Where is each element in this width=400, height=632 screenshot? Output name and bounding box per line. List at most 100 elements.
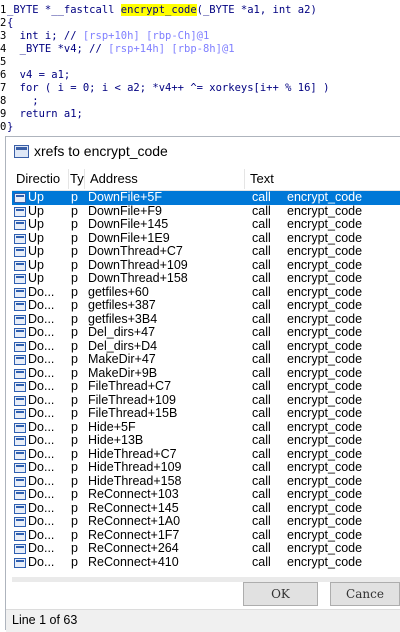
xref-operand: encrypt_code xyxy=(287,191,363,204)
code-text: return a1; xyxy=(7,108,83,120)
code-text: _BYTE *v4; // xyxy=(7,43,109,55)
xref-row[interactable]: Do... p ReConnect+264 call encrypt_code xyxy=(12,542,400,556)
xref-type: p xyxy=(71,515,78,528)
xref-row[interactable]: Up p DownFile+145 call encrypt_code xyxy=(12,218,400,232)
xref-address: FileThread+109 xyxy=(88,393,176,407)
xref-row[interactable]: Do... p ReConnect+1F7 call encrypt_code xyxy=(12,529,400,543)
xref-row[interactable]: Do... p FileThread+109 call encrypt_code xyxy=(12,394,400,408)
xref-row[interactable]: Up p DownThread+158 call encrypt_code xyxy=(12,272,400,286)
xrefs-list[interactable]: Up p DownFile+5F call encrypt_code Up p DownFil… xyxy=(12,191,400,576)
xref-operand: encrypt_code xyxy=(287,231,363,245)
cancel-button[interactable]: Cance xyxy=(330,582,400,606)
xref-row[interactable]: Do... p ReConnect+145 call encrypt_code xyxy=(12,502,400,516)
xref-type: p xyxy=(71,434,78,447)
xref-address: MakeDir+9B xyxy=(88,366,158,380)
xref-type: p xyxy=(71,285,78,299)
xref-operand: encrypt_code xyxy=(287,353,363,366)
xref-row[interactable]: Do... p Del_dirs+47 call encrypt_code xyxy=(12,326,400,340)
xref-row[interactable]: Up p DownFile+5F call encrypt_code xyxy=(12,191,400,205)
xref-operand: encrypt_code xyxy=(287,488,363,501)
status-bar: Line 1 of 63 xyxy=(6,609,400,632)
xref-icon xyxy=(14,287,26,298)
dialog-titlebar[interactable]: xrefs to encrypt_code xyxy=(6,137,400,167)
xref-icon xyxy=(14,517,26,527)
xref-icon xyxy=(14,463,26,473)
line-number: 6 xyxy=(0,69,7,81)
xref-direction: Do... xyxy=(28,434,55,447)
xref-direction: Do... xyxy=(28,299,55,312)
xref-row[interactable]: Do... p ReConnect+410 call encrypt_code xyxy=(12,556,400,570)
column-header-direction[interactable]: Directio xyxy=(16,171,66,186)
line-number: 9 xyxy=(0,108,7,120)
xref-address: MakeDir+47 xyxy=(88,353,156,366)
xref-direction: Do... xyxy=(28,461,55,474)
xref-address: HideThread+109 xyxy=(88,461,182,474)
column-divider[interactable] xyxy=(84,169,85,189)
xref-address: ReConnect+103 xyxy=(88,488,179,501)
column-divider[interactable] xyxy=(68,169,69,189)
xref-operand: encrypt_code xyxy=(287,434,363,447)
highlighted-identifier[interactable]: encrypt_code xyxy=(120,4,197,16)
code-text: v4 = a1; xyxy=(7,69,71,81)
column-divider[interactable] xyxy=(244,169,245,189)
xref-direction: Up xyxy=(28,258,44,272)
xref-direction: Do... xyxy=(28,447,55,461)
column-header-address[interactable]: Address xyxy=(90,171,240,186)
ok-button[interactable]: OK xyxy=(243,582,318,606)
xref-row[interactable]: Do... p Hide+5F call encrypt_code xyxy=(12,421,400,435)
code-line[interactable]: 2{ xyxy=(0,16,13,30)
xref-type: p xyxy=(71,380,78,393)
xref-row[interactable]: Do... p MakeDir+47 call encrypt_code xyxy=(12,353,400,367)
xref-row[interactable]: Do... p getfiles+60 call encrypt_code xyxy=(12,286,400,300)
xref-row[interactable]: Do... p FileThread+C7 call encrypt_code xyxy=(12,380,400,394)
column-header-text[interactable]: Text xyxy=(250,171,400,186)
xref-icon xyxy=(14,503,26,514)
xref-row[interactable]: Up p DownThread+109 call encrypt_code xyxy=(12,259,400,273)
xref-operand: encrypt_code xyxy=(287,555,363,569)
xref-icon xyxy=(14,557,26,568)
xref-instruction: call xyxy=(252,380,271,393)
code-text: } xyxy=(7,121,14,133)
xref-icon xyxy=(14,382,26,392)
code-line[interactable]: 3 int i; // [rsp+10h] [rbp-Ch]@1 xyxy=(0,29,209,43)
xref-row[interactable]: Up p DownFile+F9 call encrypt_code xyxy=(12,205,400,219)
code-line[interactable]: 5 xyxy=(0,55,7,69)
xref-type: p xyxy=(71,366,78,380)
xref-row[interactable]: Do... p ReConnect+1A0 call encrypt_code xyxy=(12,515,400,529)
line-number: 5 xyxy=(0,56,7,68)
xref-icon xyxy=(14,206,26,217)
xref-row[interactable]: Do... p Del_dirs+D4 call encrypt_code xyxy=(12,340,400,354)
xref-icon xyxy=(14,422,26,433)
xref-type: p xyxy=(71,231,78,245)
xref-address: DownFile+145 xyxy=(88,218,169,231)
xref-type: p xyxy=(71,501,78,515)
code-line[interactable]: 6 v4 = a1; xyxy=(0,68,70,82)
code-line[interactable]: 9 return a1; xyxy=(0,107,83,121)
code-line[interactable]: 8 ; xyxy=(0,94,39,108)
xref-row[interactable]: Up p DownFile+1E9 call encrypt_code xyxy=(12,232,400,246)
code-line[interactable]: 0} xyxy=(0,120,13,134)
xref-instruction: call xyxy=(252,339,271,353)
xref-row[interactable]: Do... p getfiles+387 call encrypt_code xyxy=(12,299,400,313)
column-header-type[interactable]: Ty xyxy=(70,171,84,186)
xref-row[interactable]: Do... p HideThread+158 call encrypt_code xyxy=(12,475,400,489)
xref-type: p xyxy=(71,272,78,285)
xref-direction: Do... xyxy=(28,393,55,407)
xref-icon xyxy=(14,274,26,284)
xref-row[interactable]: Do... p ReConnect+103 call encrypt_code xyxy=(12,488,400,502)
code-line[interactable]: 4 _BYTE *v4; // [rsp+14h] [rbp-8h]@1 xyxy=(0,42,235,56)
xref-row[interactable]: Do... p MakeDir+9B call encrypt_code xyxy=(12,367,400,381)
xref-row[interactable]: Do... p Hide+13B call encrypt_code xyxy=(12,434,400,448)
line-number: 4 xyxy=(0,43,7,55)
xref-row[interactable]: Do... p FileThread+15B call encrypt_code xyxy=(12,407,400,421)
xref-icon xyxy=(14,436,26,446)
xref-row[interactable]: Do... p HideThread+109 call encrypt_code xyxy=(12,461,400,475)
code-line[interactable]: 1_BYTE *__fastcall encrypt_code(_BYTE *a… xyxy=(0,3,317,17)
code-line[interactable]: 7 for ( i = 0; i < a2; *v4++ ^= xorkeys[… xyxy=(0,81,329,95)
xref-row[interactable]: Do... p getfiles+3B4 call encrypt_code xyxy=(12,313,400,327)
pseudocode-view[interactable]: 1_BYTE *__fastcall encrypt_code(_BYTE *a… xyxy=(0,0,400,135)
xref-row[interactable]: Up p DownThread+C7 call encrypt_code xyxy=(12,245,400,259)
xref-row[interactable]: Do... p HideThread+C7 call encrypt_code xyxy=(12,448,400,462)
xref-operand: encrypt_code xyxy=(287,326,363,339)
xref-icon xyxy=(14,530,26,541)
